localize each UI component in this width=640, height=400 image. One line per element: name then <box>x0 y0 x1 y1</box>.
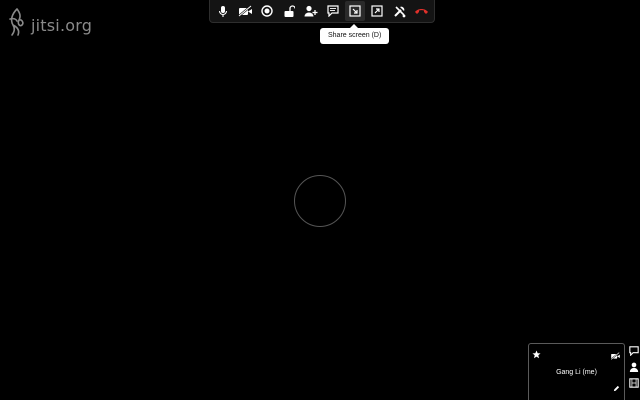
participant-name: Gang Li (me) <box>556 369 597 376</box>
side-contacts-button[interactable] <box>628 362 640 374</box>
avatar <box>294 175 346 227</box>
hangup-icon <box>414 7 429 15</box>
chat-button[interactable] <box>323 1 343 21</box>
fullscreen-icon <box>371 5 383 17</box>
invite-button[interactable] <box>301 1 321 21</box>
unlock-icon <box>283 4 295 18</box>
tools-icon <box>393 5 406 18</box>
fullscreen-button[interactable] <box>367 1 387 21</box>
hangup-button[interactable] <box>411 1 431 21</box>
chat-icon <box>327 5 339 17</box>
film-icon <box>628 375 639 393</box>
local-video-thumbnail[interactable]: Gang Li (me) <box>528 343 625 400</box>
camera-off-icon <box>237 5 253 17</box>
side-chat-button[interactable] <box>628 346 640 358</box>
share-screen-button[interactable] <box>345 1 365 21</box>
side-film-button[interactable] <box>628 378 640 390</box>
star-icon <box>532 346 541 364</box>
camera-button[interactable] <box>235 1 255 21</box>
share-screen-tooltip: Share screen (D) <box>320 24 390 44</box>
side-panel <box>627 346 640 390</box>
jitsi-logo[interactable]: jitsi.org <box>6 7 92 44</box>
jitsi-logo-icon <box>6 7 28 44</box>
pencil-icon[interactable] <box>613 379 620 397</box>
main-toolbar <box>209 0 435 23</box>
recording-button[interactable] <box>257 1 277 21</box>
add-user-icon <box>304 5 318 17</box>
recording-icon <box>261 5 273 17</box>
lock-button[interactable] <box>279 1 299 21</box>
logo-text: jitsi.org <box>31 16 93 35</box>
microphone-button[interactable] <box>213 1 233 21</box>
microphone-icon <box>217 5 229 18</box>
camera-off-icon <box>610 347 621 365</box>
share-screen-icon <box>349 5 361 17</box>
settings-button[interactable] <box>389 1 409 21</box>
